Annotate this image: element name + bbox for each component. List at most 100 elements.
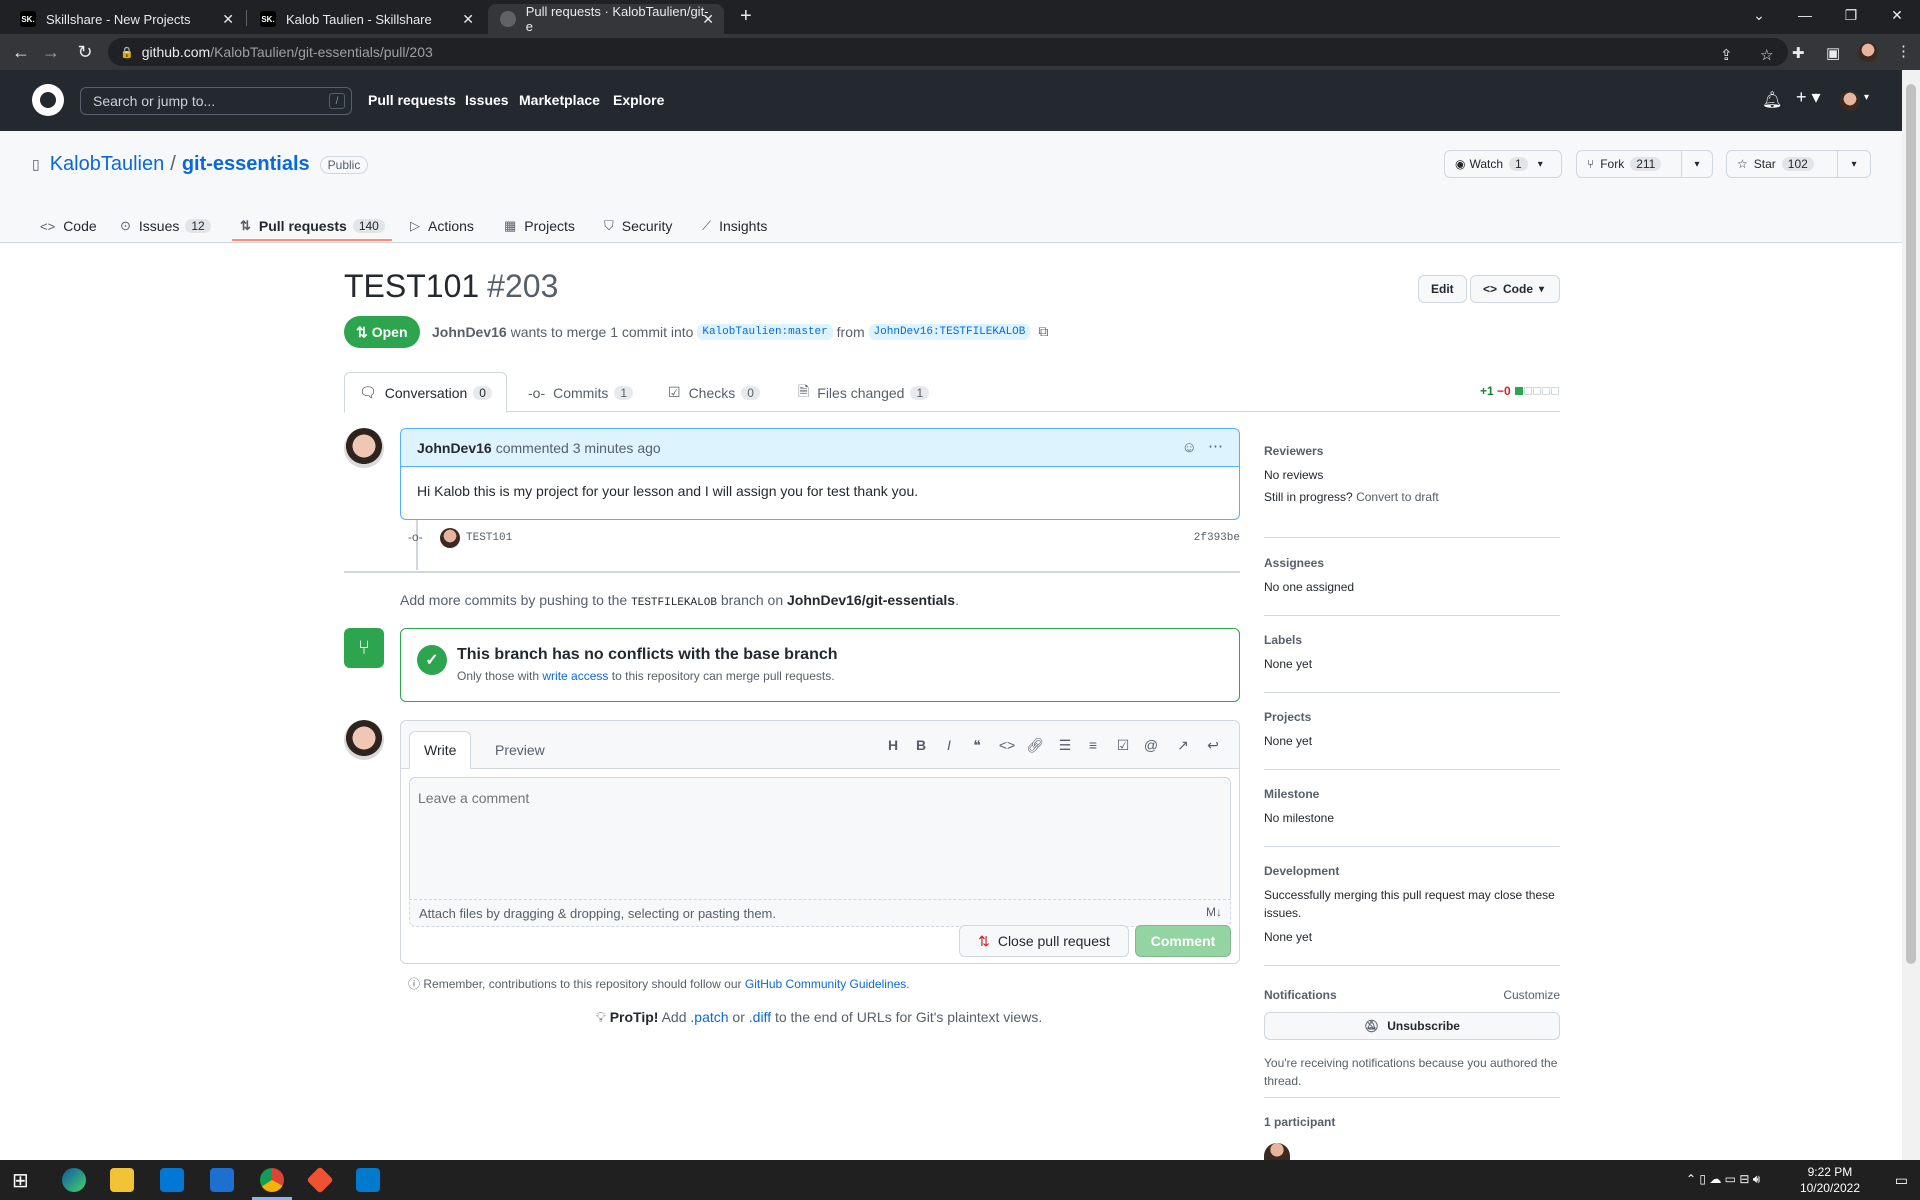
pr-author-link[interactable]: JohnDev16: [432, 324, 507, 340]
git-icon[interactable]: [306, 1166, 334, 1194]
comment-button[interactable]: Comment: [1135, 925, 1231, 957]
page-scrollbar[interactable]: [1902, 70, 1920, 1160]
new-tab-icon[interactable]: +: [740, 5, 752, 28]
code-dropdown-button[interactable]: <> Code ▾: [1470, 275, 1560, 303]
tab-search-icon[interactable]: ⌄: [1736, 0, 1782, 30]
repo-tab-issues[interactable]: ⊙ Issues 12: [120, 209, 211, 243]
tab-checks[interactable]: ☑ Checks 0: [654, 372, 774, 413]
write-access-link[interactable]: write access: [542, 669, 608, 683]
comment-meta[interactable]: commented 3 minutes ago: [496, 440, 661, 456]
close-tab-icon[interactable]: ✕: [222, 11, 234, 28]
address-bar[interactable]: 🔒 github.com/KalobTaulien/git-essentials…: [108, 38, 1788, 66]
repo-tab-security[interactable]: ⛉ Security: [604, 209, 672, 243]
reload-icon[interactable]: ↻: [72, 40, 98, 64]
profile-avatar[interactable]: [1858, 42, 1878, 62]
tab-conversation[interactable]: 🗨︎ Conversation 0: [344, 372, 507, 413]
notifications-bell-icon[interactable]: 🔔︎: [1762, 90, 1782, 110]
repo-name-link[interactable]: git-essentials: [182, 153, 310, 176]
comment-textarea[interactable]: [409, 777, 1231, 899]
repo-tab-code[interactable]: <> Code: [40, 209, 97, 243]
bookmark-star-icon[interactable]: ☆: [1760, 46, 1773, 64]
task-list-icon[interactable]: ☑: [1113, 737, 1133, 754]
patch-link[interactable]: .patch: [690, 1009, 728, 1025]
star-dropdown-button[interactable]: ▾: [1837, 150, 1871, 178]
quote-icon[interactable]: ❝: [967, 737, 987, 754]
edit-button[interactable]: Edit: [1418, 275, 1467, 303]
markdown-icon[interactable]: M↓: [1206, 905, 1222, 919]
forward-icon[interactable]: →: [38, 40, 64, 64]
community-guidelines-link[interactable]: GitHub Community Guidelines: [745, 977, 906, 991]
kebab-menu-icon[interactable]: ⋯: [1208, 437, 1223, 455]
system-tray-icons[interactable]: ⌃ ▯ ☁ ▭ ⊟ 🔊︎: [1686, 1172, 1760, 1187]
development-heading[interactable]: Development: [1264, 864, 1560, 878]
chrome-menu-icon[interactable]: ⋮: [1896, 42, 1911, 60]
scrollbar-thumb[interactable]: [1906, 84, 1916, 964]
microsoft-store-icon[interactable]: [160, 1168, 184, 1192]
nav-pull-requests[interactable]: Pull requests: [368, 92, 456, 108]
close-tab-icon[interactable]: ✕: [702, 11, 714, 28]
back-icon[interactable]: ←: [8, 40, 34, 64]
commit-author-avatar[interactable]: [440, 528, 460, 548]
chrome-icon[interactable]: [260, 1168, 284, 1192]
copy-icon[interactable]: ⧉: [1038, 323, 1048, 340]
attach-files-bar[interactable]: Attach files by dragging & dropping, sel…: [409, 899, 1231, 927]
heading-icon[interactable]: H: [883, 737, 903, 753]
comment-author-avatar[interactable]: [344, 428, 384, 468]
browser-tab-skillshare-projects[interactable]: SK. Skillshare - New Projects ✕: [8, 4, 244, 34]
file-explorer-icon[interactable]: [110, 1168, 134, 1192]
repo-tab-actions[interactable]: ▷ Actions: [410, 209, 474, 243]
nav-explore[interactable]: Explore: [613, 92, 664, 108]
notification-center-icon[interactable]: ▭: [1895, 1172, 1908, 1189]
close-tab-icon[interactable]: ✕: [462, 11, 474, 28]
projects-heading[interactable]: Projects: [1264, 710, 1560, 724]
close-pull-request-button[interactable]: ⇅ Close pull request: [959, 925, 1129, 957]
preview-tab[interactable]: Preview: [481, 731, 559, 769]
edge-icon[interactable]: [62, 1168, 86, 1192]
participant-avatar[interactable]: [1264, 1143, 1290, 1160]
unsubscribe-button[interactable]: 🔕︎ Unsubscribe: [1264, 1012, 1560, 1040]
close-window-icon[interactable]: ✕: [1874, 0, 1920, 30]
tab-commits[interactable]: -o- Commits 1: [514, 372, 647, 413]
repo-tab-projects[interactable]: ▦ Projects: [504, 209, 575, 243]
italic-icon[interactable]: I: [939, 737, 959, 753]
diff-link[interactable]: .diff: [749, 1009, 771, 1025]
ordered-list-icon[interactable]: ≡: [1083, 737, 1103, 753]
labels-heading[interactable]: Labels: [1264, 633, 1560, 647]
tab-files-changed[interactable]: 🗎︎ Files changed 1: [784, 372, 943, 413]
search-input[interactable]: Search or jump to... /: [80, 87, 352, 115]
chevron-down-icon[interactable]: ▾: [1864, 92, 1869, 103]
milestone-heading[interactable]: Milestone: [1264, 787, 1560, 801]
reviewers-heading[interactable]: Reviewers: [1264, 444, 1560, 458]
minimize-icon[interactable]: —: [1782, 0, 1828, 30]
mention-icon[interactable]: @: [1141, 737, 1161, 753]
watch-button[interactable]: ◉ Watch 1 ▾: [1444, 150, 1562, 178]
cross-reference-icon[interactable]: ↗: [1173, 737, 1193, 754]
head-branch[interactable]: JohnDev16:TESTFILEKALOB: [868, 323, 1031, 340]
convert-to-draft-link[interactable]: Convert to draft: [1356, 490, 1439, 504]
repo-tab-pull-requests[interactable]: ⇅ Pull requests 140: [240, 209, 385, 243]
commit-message-link[interactable]: TEST101: [466, 532, 512, 544]
assignees-heading[interactable]: Assignees: [1264, 556, 1560, 570]
nav-issues[interactable]: Issues: [465, 92, 509, 108]
mail-icon[interactable]: [210, 1168, 234, 1192]
base-branch[interactable]: KalobTaulien:master: [697, 323, 833, 340]
extensions-icon[interactable]: ✚: [1792, 44, 1805, 62]
bold-icon[interactable]: B: [911, 737, 931, 753]
nav-marketplace[interactable]: Marketplace: [519, 92, 600, 108]
user-avatar[interactable]: [1840, 91, 1860, 111]
star-button[interactable]: ☆ Star 102: [1726, 150, 1838, 178]
link-icon[interactable]: 🔗︎: [1025, 737, 1045, 754]
customize-link[interactable]: Customize: [1503, 988, 1560, 1002]
restore-icon[interactable]: ❐: [1828, 0, 1874, 30]
create-new-icon[interactable]: + ▾: [1796, 87, 1821, 108]
code-icon[interactable]: <>: [997, 737, 1017, 753]
repo-tab-insights[interactable]: ⟋ Insights: [702, 209, 767, 243]
clock[interactable]: 9:22 PM 10/20/2022: [1800, 1164, 1860, 1196]
commit-sha-link[interactable]: 2f393be: [1194, 532, 1240, 544]
repo-owner-link[interactable]: KalobTaulien: [50, 153, 165, 176]
saved-replies-icon[interactable]: ↩: [1203, 737, 1223, 754]
current-user-avatar[interactable]: [344, 720, 384, 760]
share-icon[interactable]: ⇪: [1720, 46, 1733, 64]
browser-tab-pull-requests[interactable]: Pull requests · KalobTaulien/git-e ✕: [488, 4, 724, 34]
write-tab[interactable]: Write: [409, 731, 472, 769]
